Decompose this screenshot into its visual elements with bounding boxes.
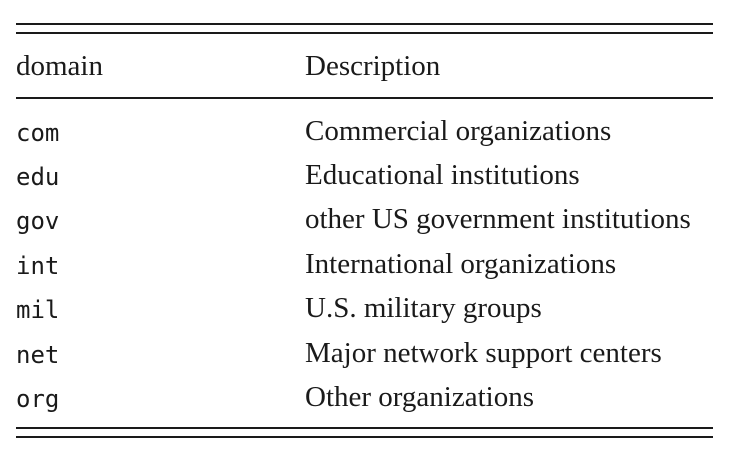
domain-cell: mil (16, 296, 60, 324)
domain-cell: net (16, 341, 60, 369)
header-description: Description (305, 50, 441, 82)
top-rule-outer (16, 23, 713, 25)
domain-cell: org (16, 385, 60, 413)
domain-cell: gov (16, 207, 60, 235)
domain-cell: com (16, 119, 60, 147)
description-cell: International organizations (305, 248, 617, 280)
description-cell: Major network support centers (305, 337, 662, 369)
description-cell: other US government institutions (305, 203, 691, 235)
top-rule-inner (16, 32, 713, 34)
bottom-rule-inner (16, 427, 713, 429)
bottom-rule-outer (16, 436, 713, 438)
description-cell: Other organizations (305, 381, 534, 413)
description-cell: Educational institutions (305, 159, 580, 191)
domain-cell: edu (16, 163, 60, 191)
header-rule (16, 97, 713, 99)
description-cell: U.S. military groups (305, 292, 542, 324)
description-cell: Commercial organizations (305, 115, 612, 147)
domain-cell: int (16, 252, 60, 280)
header-domain: domain (16, 50, 103, 82)
